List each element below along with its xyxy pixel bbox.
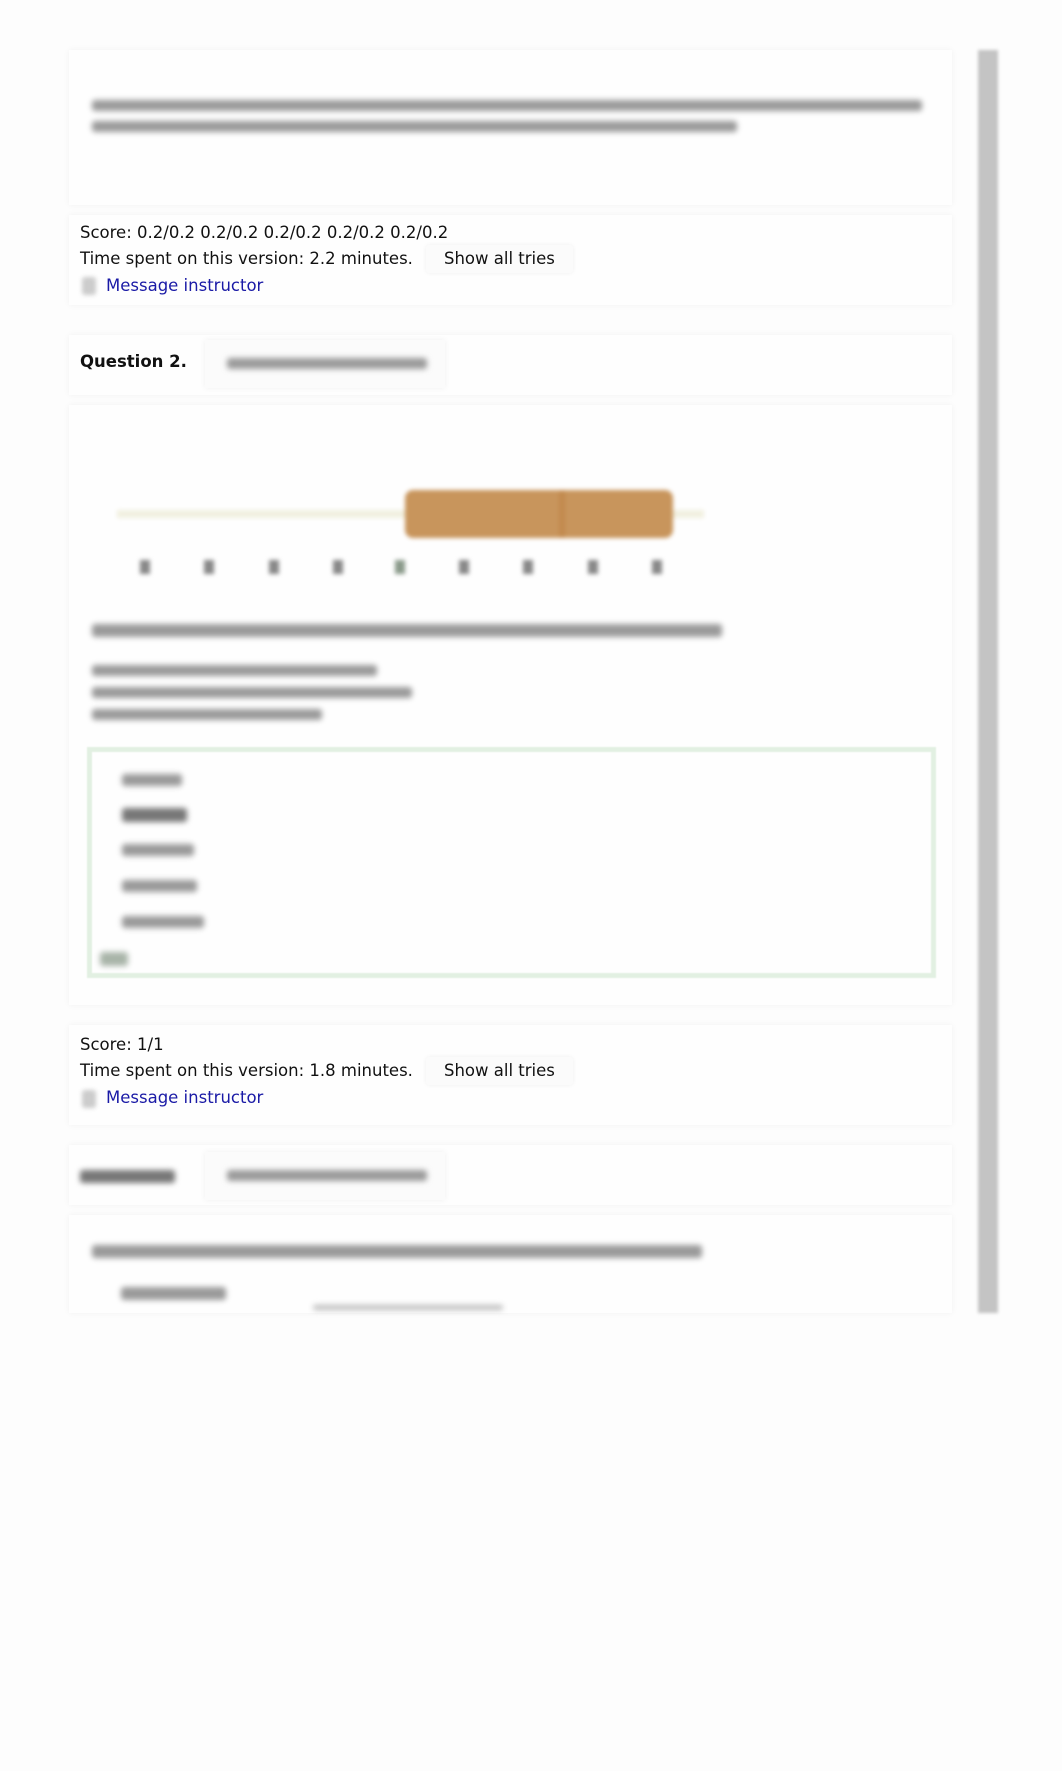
boxplot-median — [559, 490, 565, 538]
pencil-icon[interactable] — [100, 952, 128, 966]
message-icon — [82, 277, 96, 295]
blurred-text — [227, 358, 427, 369]
time-spent-text: Time spent on this version: 1.8 minutes. — [80, 1061, 413, 1080]
show-all-tries-button[interactable]: Show all tries — [426, 1057, 573, 1085]
tick-label — [333, 560, 343, 574]
blurred-statement — [92, 665, 377, 676]
message-icon — [82, 1090, 96, 1108]
question-score-badge — [205, 1152, 445, 1200]
blurred-question-text — [92, 624, 722, 637]
question3-header — [69, 1145, 952, 1205]
tick-label — [204, 560, 214, 574]
score-text: Score: 1/1 — [80, 1035, 164, 1054]
answer-box — [87, 747, 936, 978]
tick-label — [140, 560, 150, 574]
score-text: Score: 0.2/0.2 0.2/0.2 0.2/0.2 0.2/0.2 0… — [80, 223, 449, 242]
blurred-axis — [313, 1305, 503, 1310]
blurred-question-title — [80, 1170, 175, 1183]
answer-option[interactable] — [122, 880, 197, 892]
blurred-label — [121, 1287, 226, 1300]
answer-option[interactable] — [122, 774, 182, 786]
question-score-badge — [205, 340, 445, 388]
answer-option[interactable] — [122, 808, 187, 822]
message-instructor-link[interactable]: Message instructor — [106, 1088, 263, 1108]
tick-label — [588, 560, 598, 574]
tick-label — [459, 560, 469, 574]
question2-body — [69, 405, 952, 1005]
tick-label — [523, 560, 533, 574]
question3-body — [69, 1215, 952, 1313]
tick-label — [269, 560, 279, 574]
blurred-text — [92, 121, 737, 132]
tick-label — [395, 560, 405, 574]
question2-header — [69, 335, 952, 395]
scrollbar[interactable] — [978, 50, 998, 1313]
show-all-tries-button[interactable]: Show all tries — [426, 245, 573, 273]
tick-label — [652, 560, 662, 574]
blurred-statement — [92, 709, 322, 720]
time-spent-text: Time spent on this version: 2.2 minutes. — [80, 249, 413, 268]
boxplot-box — [405, 490, 673, 538]
question-title: Question 2. — [80, 352, 187, 371]
blurred-text — [92, 100, 922, 111]
answer-option[interactable] — [122, 916, 204, 928]
answer-option[interactable] — [122, 844, 194, 856]
blurred-question-text — [92, 1245, 702, 1258]
blurred-text — [227, 1170, 427, 1181]
question1-body — [69, 50, 952, 205]
blurred-statement — [92, 687, 412, 698]
message-instructor-link[interactable]: Message instructor — [106, 276, 263, 296]
boxplot-ticks — [140, 560, 662, 574]
